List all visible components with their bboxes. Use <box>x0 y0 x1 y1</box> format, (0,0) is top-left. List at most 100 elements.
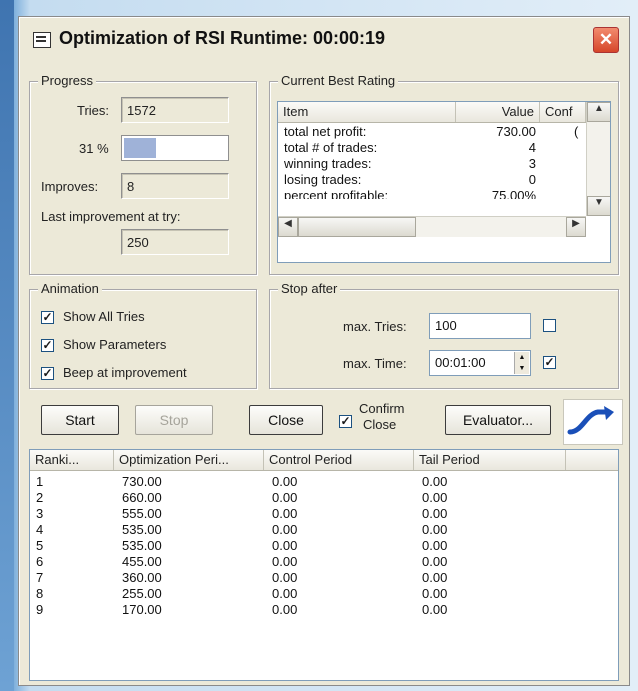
rating-value: 730.00 <box>496 124 536 139</box>
tail-period-cell: 0.00 <box>422 602 448 617</box>
stop-after-legend: Stop after <box>278 281 341 296</box>
best-rating-header: Item Value Conf <box>278 102 586 123</box>
best-rating-list[interactable]: Item Value Conf total net profit: 730.00 (… <box>277 101 611 263</box>
confirm-close-checkbox[interactable]: ✓ <box>339 415 352 428</box>
col-tail-period[interactable]: Tail Period <box>414 450 566 470</box>
rating-value: 0 <box>528 172 536 187</box>
rating-conf: ( <box>574 124 579 139</box>
table-row[interactable]: 2 660.00 0.00 0.00 <box>30 490 618 505</box>
control-period-cell: 0.00 <box>272 586 298 601</box>
tail-period-cell: 0.00 <box>422 554 448 569</box>
window-icon <box>33 32 51 48</box>
improves-label: Improves: <box>41 179 99 194</box>
optimization-dialog: Optimization of RSI Runtime: 00:00:19 ✕ … <box>18 16 630 686</box>
max-tries-input[interactable]: 100 <box>429 313 531 339</box>
tries-field: 1572 <box>121 97 229 123</box>
control-period-cell: 0.00 <box>272 554 298 569</box>
max-tries-label: max. Tries: <box>343 319 407 334</box>
show-parameters-label: Show Parameters <box>63 337 167 352</box>
table-row[interactable]: 1 730.00 0.00 0.00 <box>30 474 618 489</box>
control-period-cell: 0.00 <box>272 474 298 489</box>
best-rating-legend: Current Best Rating <box>278 73 399 88</box>
max-time-value: 00:01:00 <box>435 355 486 370</box>
ranking-cell: 5 <box>36 538 44 553</box>
control-period-cell: 0.00 <box>272 602 298 617</box>
show-all-tries-label: Show All Tries <box>63 309 145 324</box>
percent-label: 31 % <box>79 141 109 156</box>
table-row[interactable]: 4 535.00 0.00 0.00 <box>30 522 618 537</box>
window-title: Optimization of RSI Runtime: 00:00:19 <box>59 28 386 48</box>
best-rating-vscroll[interactable]: ▲ ▼ <box>586 102 610 216</box>
title-bar[interactable]: Optimization of RSI Runtime: 00:00:19 ✕ <box>25 25 621 55</box>
rating-row[interactable]: total net profit: 730.00 ( <box>278 124 586 139</box>
col-value[interactable]: Value <box>456 102 540 122</box>
control-period-cell: 0.00 <box>272 538 298 553</box>
ranking-cell: 8 <box>36 586 44 601</box>
scroll-down-icon[interactable]: ▼ <box>587 196 610 216</box>
last-improvement-label: Last improvement at try: <box>41 209 181 224</box>
max-time-checkbox[interactable]: ✓ <box>543 356 556 369</box>
app-logo <box>563 399 623 445</box>
max-time-input[interactable]: 00:01:00 ▲ ▼ <box>429 350 531 376</box>
tail-period-cell: 0.00 <box>422 490 448 505</box>
optimization-period-cell: 170.00 <box>122 602 162 617</box>
show-all-tries-checkbox[interactable]: ✓ <box>41 311 54 324</box>
rating-item: total # of trades: <box>284 140 378 155</box>
col-item[interactable]: Item <box>278 102 456 122</box>
scroll-up-icon[interactable]: ▲ <box>587 102 610 122</box>
table-row[interactable]: 6 455.00 0.00 0.00 <box>30 554 618 569</box>
optimization-period-cell: 535.00 <box>122 522 162 537</box>
optimization-period-cell: 455.00 <box>122 554 162 569</box>
beep-checkbox[interactable]: ✓ <box>41 367 54 380</box>
tries-label: Tries: <box>77 103 110 118</box>
progress-bar-fill <box>124 138 156 158</box>
ranking-cell: 1 <box>36 474 44 489</box>
max-tries-checkbox[interactable] <box>543 319 556 332</box>
control-period-cell: 0.00 <box>272 490 298 505</box>
table-row[interactable]: 9 170.00 0.00 0.00 <box>30 602 618 617</box>
control-period-cell: 0.00 <box>272 570 298 585</box>
close-window-button[interactable]: ✕ <box>593 27 619 53</box>
col-ranking[interactable]: Ranki... <box>30 450 114 470</box>
scroll-left-icon[interactable]: ◀ <box>278 217 298 237</box>
col-control-period[interactable]: Control Period <box>264 450 414 470</box>
optimization-period-cell: 255.00 <box>122 586 162 601</box>
table-row[interactable]: 8 255.00 0.00 0.00 <box>30 586 618 601</box>
optimization-period-cell: 660.00 <box>122 490 162 505</box>
start-button[interactable]: Start <box>41 405 119 435</box>
improves-field: 8 <box>121 173 229 199</box>
rating-row[interactable]: total # of trades: 4 <box>278 140 586 155</box>
evaluator-button[interactable]: Evaluator... <box>445 405 551 435</box>
animation-legend: Animation <box>38 281 102 296</box>
last-improvement-field: 250 <box>121 229 229 255</box>
rating-value: 4 <box>528 140 536 155</box>
confirm-close-label-line1: Confirm <box>359 401 405 416</box>
rating-item: losing trades: <box>284 172 362 187</box>
logo-curve-icon <box>567 406 614 435</box>
col-optimization-period[interactable]: Optimization Peri... <box>114 450 264 470</box>
table-row[interactable]: 3 555.00 0.00 0.00 <box>30 506 618 521</box>
stop-button[interactable]: Stop <box>135 405 213 435</box>
close-button[interactable]: Close <box>249 405 323 435</box>
progress-legend: Progress <box>38 73 97 88</box>
rating-row[interactable]: losing trades: 0 <box>278 172 586 187</box>
tail-period-cell: 0.00 <box>422 474 448 489</box>
ranking-cell: 2 <box>36 490 44 505</box>
optimization-period-cell: 360.00 <box>122 570 162 585</box>
table-row[interactable]: 7 360.00 0.00 0.00 <box>30 570 618 585</box>
scroll-right-icon[interactable]: ▶ <box>566 217 586 237</box>
scroll-thumb[interactable] <box>298 217 416 237</box>
col-conf[interactable]: Conf <box>540 102 586 122</box>
show-parameters-checkbox[interactable]: ✓ <box>41 339 54 352</box>
optimization-period-cell: 730.00 <box>122 474 162 489</box>
confirm-close-label-line2: Close <box>363 417 397 432</box>
rating-item: percent profitable: <box>284 188 389 199</box>
optimization-period-cell: 535.00 <box>122 538 162 553</box>
results-list[interactable]: Ranki... Optimization Peri... Control Pe… <box>29 449 619 681</box>
time-spinner-icon[interactable]: ▲ ▼ <box>514 352 529 374</box>
rating-row[interactable]: winning trades: 3 <box>278 156 586 171</box>
ranking-cell: 3 <box>36 506 44 521</box>
best-rating-hscroll[interactable]: ◀ ▶ <box>278 216 586 237</box>
rating-row[interactable]: percent profitable: 75.00% <box>278 188 586 199</box>
table-row[interactable]: 5 535.00 0.00 0.00 <box>30 538 618 553</box>
